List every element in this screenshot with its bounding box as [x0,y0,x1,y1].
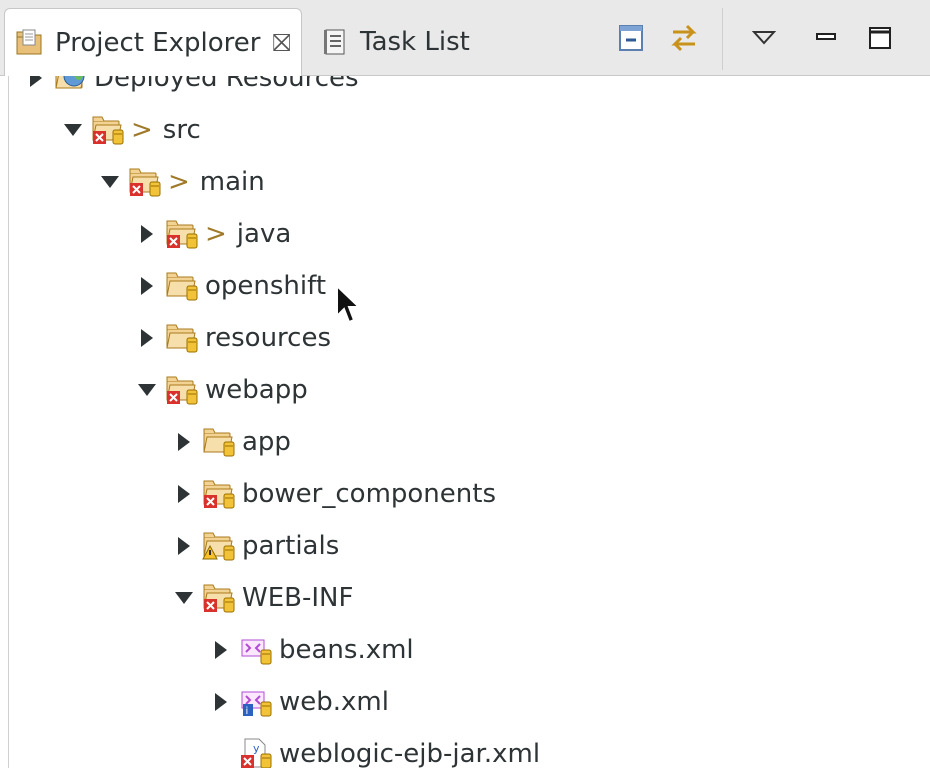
tree-item[interactable]: openshift [129,260,326,312]
tree-item-label: openshift [205,271,327,301]
tree-item-label: beans.xml [279,635,414,665]
view-menu-icon[interactable] [744,18,784,58]
folder-error-icon [165,216,201,252]
folder-error-icon [202,476,238,512]
expanded-arrow-icon[interactable] [129,372,165,408]
tree-item[interactable]: i web.xml [203,676,389,728]
task-list-icon [318,25,352,59]
svg-text:y: y [253,742,260,755]
tree-item[interactable]: > java [129,208,291,260]
project-tree[interactable]: Deployed Resources > src > main > java openshif… [8,76,929,768]
folder-warning-icon [202,528,238,564]
collapsed-arrow-icon[interactable] [203,632,239,668]
project-explorer-icon [13,26,47,60]
collapsed-arrow-icon[interactable] [18,76,54,96]
expanded-arrow-icon[interactable] [166,580,202,616]
folder-error-icon [165,372,201,408]
tree-item[interactable]: partials [166,520,339,572]
tree-item-label: WEB-INF [242,583,354,613]
deployed-resources-icon [54,76,90,96]
tree-item[interactable]: y weblogic-ejb-jar.xml [203,728,540,768]
tree-item-label: src [162,115,201,145]
folder-error-icon [128,164,164,200]
xml-error-file-icon: y [239,736,275,768]
view-tab-bar: Project Explorer ⛝ Task List [0,0,930,76]
collapsed-arrow-icon[interactable] [166,528,202,564]
close-icon[interactable]: ⛝ [272,31,290,55]
folder-icon [202,424,238,460]
folder-icon [165,268,201,304]
leaf-spacer [203,736,239,768]
folder-error-icon [202,580,238,616]
tree-item-label: web.xml [279,687,389,717]
tree-item[interactable]: bower_components [166,468,496,520]
tree-item[interactable]: > src [55,104,201,156]
collapsed-arrow-icon[interactable] [129,268,165,304]
folder-icon [165,320,201,356]
link-with-editor-icon[interactable] [664,18,704,58]
tree-item[interactable]: app [166,416,291,468]
minimize-icon[interactable] [806,18,846,58]
collapsed-arrow-icon[interactable] [166,476,202,512]
expanded-arrow-icon[interactable] [55,112,91,148]
tree-item-label: app [242,427,291,457]
tree-item-label: main [199,167,265,197]
git-dirty-decorator: > [168,167,190,197]
xml-file-icon [239,632,275,668]
svg-text:i: i [246,706,249,717]
folder-error-icon [91,112,127,148]
tree-item-label: bower_components [242,479,496,509]
tree-item[interactable]: beans.xml [203,624,414,676]
tree-item-label: weblogic-ejb-jar.xml [279,739,541,768]
tree-item[interactable]: WEB-INF [166,572,353,624]
toolbar-separator [722,8,723,70]
mouse-cursor-icon [335,283,363,330]
tree-item-label: Deployed Resources [94,76,359,93]
xml-info-file-icon: i [239,684,275,720]
tree-item[interactable]: Deployed Resources [18,76,359,104]
tree-item-label: partials [242,531,340,561]
tab-project-explorer[interactable]: Project Explorer ⛝ [4,8,302,76]
collapsed-arrow-icon[interactable] [129,216,165,252]
tree-item-label: java [236,219,292,249]
tab-task-list[interactable]: Task List [310,8,490,76]
tree-item-label: resources [205,323,332,353]
expanded-arrow-icon[interactable] [92,164,128,200]
collapsed-arrow-icon[interactable] [203,684,239,720]
collapsed-arrow-icon[interactable] [129,320,165,356]
maximize-icon[interactable] [860,18,900,58]
tree-item[interactable]: resources [129,312,331,364]
tree-item[interactable]: > main [92,156,265,208]
tab-label: Task List [360,27,470,57]
git-dirty-decorator: > [131,115,153,145]
collapsed-arrow-icon[interactable] [166,424,202,460]
tree-item-label: webapp [205,375,308,405]
git-dirty-decorator: > [205,219,227,249]
collapse-all-icon[interactable] [612,18,652,58]
tab-label: Project Explorer [55,27,261,58]
tree-item[interactable]: webapp [129,364,308,416]
